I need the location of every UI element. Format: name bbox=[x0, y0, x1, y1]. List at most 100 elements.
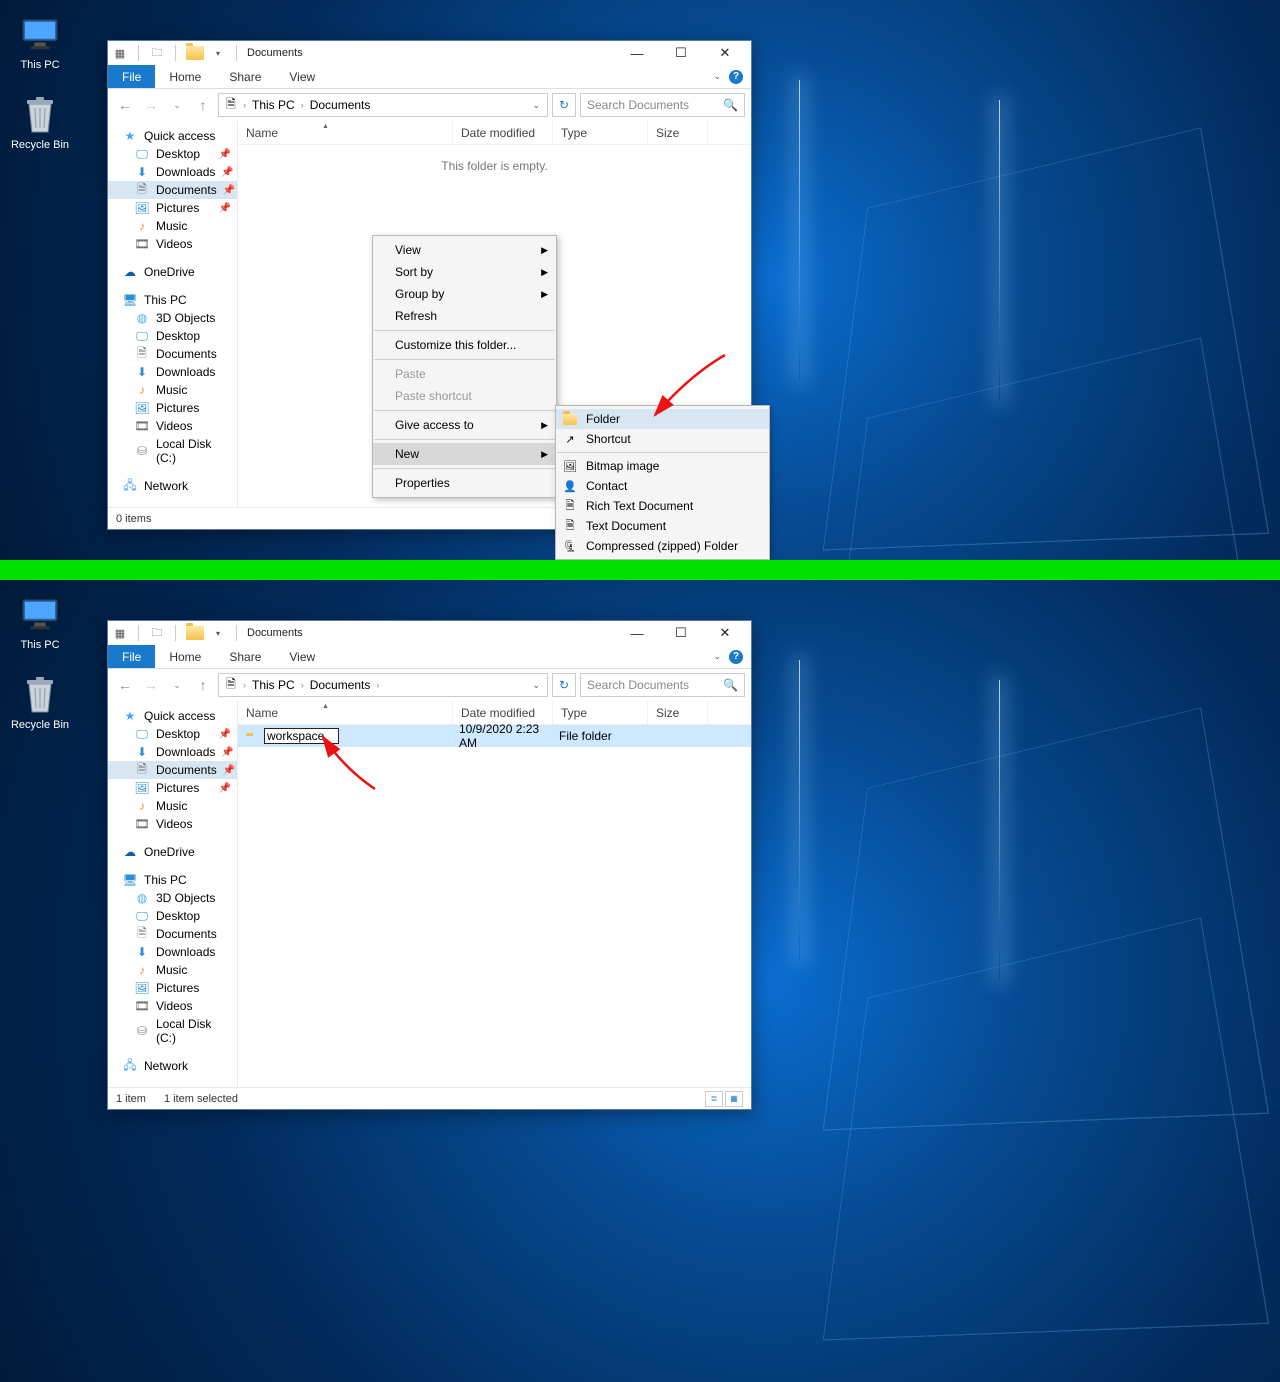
tab-view[interactable]: View bbox=[275, 645, 329, 668]
properties-icon[interactable]: ▦ bbox=[112, 45, 128, 61]
sm-shortcut[interactable]: ↗Shortcut bbox=[556, 429, 769, 449]
desktop-icon-this-pc[interactable]: This PC bbox=[5, 15, 75, 71]
nav-pictures[interactable]: 🖼Pictures📌 bbox=[108, 779, 237, 797]
desktop-icon-recycle-bin-2[interactable]: Recycle Bin bbox=[5, 675, 75, 731]
nav-pc-music[interactable]: ♪Music bbox=[108, 961, 237, 979]
cm-view[interactable]: View▶ bbox=[373, 239, 556, 261]
nav-forward-button[interactable]: → bbox=[140, 94, 162, 116]
nav-onedrive[interactable]: ☁OneDrive bbox=[108, 843, 237, 861]
nav-music[interactable]: ♪Music bbox=[108, 217, 237, 235]
col-type[interactable]: Type bbox=[553, 121, 648, 144]
nav-pc-music[interactable]: ♪Music bbox=[108, 381, 237, 399]
tab-home[interactable]: Home bbox=[155, 645, 215, 668]
nav-pc-videos[interactable]: 🎞Videos bbox=[108, 417, 237, 435]
new-folder-icon[interactable]: 🗀 bbox=[149, 625, 165, 641]
desktop-icon-recycle-bin[interactable]: Recycle Bin bbox=[5, 95, 75, 151]
nav-documents[interactable]: 🗎Documents📌 bbox=[108, 761, 237, 779]
cm-customize[interactable]: Customize this folder... bbox=[373, 334, 556, 356]
nav-pc-pictures[interactable]: 🖼Pictures bbox=[108, 979, 237, 997]
nav-recent-dropdown[interactable]: ⌄ bbox=[166, 674, 188, 696]
sm-folder[interactable]: Folder bbox=[556, 409, 769, 429]
cm-refresh[interactable]: Refresh bbox=[373, 305, 556, 327]
minimize-button[interactable]: — bbox=[615, 41, 659, 65]
nav-videos[interactable]: 🎞Videos bbox=[108, 815, 237, 833]
addr-dropdown-icon[interactable]: ⌄ bbox=[529, 100, 543, 111]
col-date[interactable]: Date modified bbox=[453, 121, 553, 144]
titlebar[interactable]: ▦ 🗀 ▾ Documents — ☐ ✕ bbox=[108, 41, 751, 65]
tab-file[interactable]: File bbox=[108, 65, 155, 88]
qat-dropdown-icon[interactable]: ▾ bbox=[210, 625, 226, 641]
nav-quick-access[interactable]: ★Quick access bbox=[108, 707, 237, 725]
new-folder-icon[interactable]: 🗀 bbox=[149, 45, 165, 61]
nav-local-disk[interactable]: ⛁Local Disk (C:) bbox=[108, 1015, 237, 1047]
tab-share[interactable]: Share bbox=[215, 65, 275, 88]
tab-view[interactable]: View bbox=[275, 65, 329, 88]
nav-up-button[interactable]: ↑ bbox=[192, 674, 214, 696]
ribbon-expand-icon[interactable]: ⌄ bbox=[713, 651, 721, 662]
sm-rtf[interactable]: 🗎Rich Text Document bbox=[556, 496, 769, 516]
address-bar[interactable]: 🗎 › This PC › Documents › ⌄ bbox=[218, 673, 548, 697]
crumb-documents[interactable]: Documents bbox=[308, 98, 373, 112]
titlebar[interactable]: ▦ 🗀 ▾ Documents — ☐ ✕ bbox=[108, 621, 751, 645]
col-name[interactable]: Name bbox=[238, 121, 453, 144]
nav-3d-objects[interactable]: ◍3D Objects bbox=[108, 309, 237, 327]
desktop-icon-this-pc-2[interactable]: This PC bbox=[5, 595, 75, 651]
sm-txt[interactable]: 🗎Text Document bbox=[556, 516, 769, 536]
nav-pc-downloads[interactable]: ⬇Downloads bbox=[108, 363, 237, 381]
nav-onedrive[interactable]: ☁OneDrive bbox=[108, 263, 237, 281]
nav-forward-button[interactable]: → bbox=[140, 674, 162, 696]
ribbon-expand-icon[interactable]: ⌄ bbox=[713, 71, 721, 82]
nav-back-button[interactable]: ← bbox=[114, 94, 136, 116]
minimize-button[interactable]: — bbox=[615, 621, 659, 645]
nav-quick-access[interactable]: ★Quick access bbox=[108, 127, 237, 145]
refresh-button[interactable]: ↻ bbox=[552, 93, 576, 117]
nav-pc-documents[interactable]: 🗎Documents bbox=[108, 345, 237, 363]
nav-downloads[interactable]: ⬇Downloads📌 bbox=[108, 743, 237, 761]
nav-pc-documents[interactable]: 🗎Documents bbox=[108, 925, 237, 943]
cm-groupby[interactable]: Group by▶ bbox=[373, 283, 556, 305]
properties-icon[interactable]: ▦ bbox=[112, 625, 128, 641]
tab-file[interactable]: File bbox=[108, 645, 155, 668]
col-name[interactable]: Name bbox=[238, 701, 453, 724]
tab-home[interactable]: Home bbox=[155, 65, 215, 88]
nav-pc-desktop[interactable]: 🖵Desktop bbox=[108, 907, 237, 925]
col-size[interactable]: Size bbox=[648, 121, 708, 144]
sm-contact[interactable]: 👤Contact bbox=[556, 476, 769, 496]
nav-pc-pictures[interactable]: 🖼Pictures bbox=[108, 399, 237, 417]
file-list-area[interactable]: Name Date modified Type Size 10/9/2020 2… bbox=[238, 701, 751, 1087]
search-input[interactable]: Search Documents 🔍 bbox=[580, 93, 745, 117]
nav-recent-dropdown[interactable]: ⌄ bbox=[166, 94, 188, 116]
nav-desktop[interactable]: 🖵Desktop📌 bbox=[108, 145, 237, 163]
nav-back-button[interactable]: ← bbox=[114, 674, 136, 696]
col-type[interactable]: Type bbox=[553, 701, 648, 724]
maximize-button[interactable]: ☐ bbox=[659, 41, 703, 65]
nav-up-button[interactable]: ↑ bbox=[192, 94, 214, 116]
refresh-button[interactable]: ↻ bbox=[552, 673, 576, 697]
view-details-button[interactable]: ≣ bbox=[705, 1091, 723, 1107]
nav-desktop[interactable]: 🖵Desktop📌 bbox=[108, 725, 237, 743]
addr-dropdown-icon[interactable]: ⌄ bbox=[529, 680, 543, 691]
file-row-workspace[interactable]: 10/9/2020 2:23 AM File folder bbox=[238, 725, 751, 747]
qat-dropdown-icon[interactable]: ▾ bbox=[210, 45, 226, 61]
sm-bitmap[interactable]: 🖼Bitmap image bbox=[556, 456, 769, 476]
cm-new[interactable]: New▶ bbox=[373, 443, 556, 465]
help-icon[interactable]: ? bbox=[729, 650, 743, 664]
nav-pictures[interactable]: 🖼Pictures📌 bbox=[108, 199, 237, 217]
close-button[interactable]: ✕ bbox=[703, 621, 747, 645]
crumb-documents[interactable]: Documents bbox=[308, 678, 373, 692]
nav-documents[interactable]: 🗎Documents📌 bbox=[108, 181, 237, 199]
nav-downloads[interactable]: ⬇Downloads📌 bbox=[108, 163, 237, 181]
cm-sortby[interactable]: Sort by▶ bbox=[373, 261, 556, 283]
col-size[interactable]: Size bbox=[648, 701, 708, 724]
nav-3d-objects[interactable]: ◍3D Objects bbox=[108, 889, 237, 907]
sm-zip[interactable]: 🗜Compressed (zipped) Folder bbox=[556, 536, 769, 556]
address-bar[interactable]: 🗎 › This PC › Documents ⌄ bbox=[218, 93, 548, 117]
crumb-this-pc[interactable]: This PC bbox=[250, 98, 297, 112]
nav-this-pc[interactable]: 🖥This PC bbox=[108, 291, 237, 309]
nav-network[interactable]: 🖧Network bbox=[108, 1057, 237, 1075]
nav-pc-downloads[interactable]: ⬇Downloads bbox=[108, 943, 237, 961]
nav-music[interactable]: ♪Music bbox=[108, 797, 237, 815]
help-icon[interactable]: ? bbox=[729, 70, 743, 84]
nav-pc-videos[interactable]: 🎞Videos bbox=[108, 997, 237, 1015]
view-large-button[interactable]: ▦ bbox=[725, 1091, 743, 1107]
